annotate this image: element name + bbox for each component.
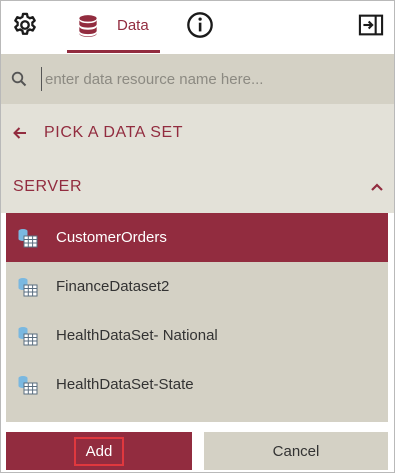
list-item-label: HealthDataSet-State <box>56 376 194 393</box>
gear-icon[interactable] <box>11 11 39 39</box>
panel-tab-bar: Data <box>1 1 394 53</box>
list-item-label: FinanceDataset2 <box>56 278 170 295</box>
list-item[interactable]: HealthDataSet-State <box>6 360 388 409</box>
dataset-table-icon <box>18 228 38 247</box>
list-item[interactable]: CustomerOrders <box>6 213 388 262</box>
list-item[interactable]: FinanceDataset2 <box>6 262 388 311</box>
page-title: PICK A DATA SET <box>44 123 184 141</box>
pick-data-set-header: PICK A DATA SET <box>1 104 394 161</box>
dataset-table-icon <box>18 326 38 345</box>
list-item-label: HealthDataSet- National <box>56 327 218 344</box>
dataset-table-icon <box>18 277 38 296</box>
list-item-label: CustomerOrders <box>56 229 167 246</box>
search-icon <box>11 71 27 87</box>
dataset-list: CustomerOrders FinanceDataset2 HealthDat… <box>6 213 388 422</box>
collapse-panel-icon[interactable] <box>357 11 385 39</box>
add-button-label: Add <box>73 436 125 466</box>
cancel-button[interactable]: Cancel <box>204 432 388 470</box>
dialog-footer: Add Cancel <box>1 422 394 472</box>
dataset-table-icon <box>18 375 38 394</box>
database-icon <box>79 14 97 37</box>
tab-data[interactable]: Data <box>67 1 160 53</box>
list-item[interactable]: HealthDataSet- National <box>6 311 388 360</box>
chevron-up-icon[interactable] <box>370 182 384 192</box>
tab-data-label: Data <box>117 17 149 34</box>
search-bar <box>1 54 394 104</box>
data-panel: Data PICK A DATA SET SERVER <box>0 0 395 473</box>
server-section-header[interactable]: SERVER <box>1 161 394 213</box>
add-button[interactable]: Add <box>6 432 192 470</box>
section-title: SERVER <box>13 178 83 195</box>
info-icon[interactable] <box>186 11 214 39</box>
arrow-left-icon[interactable] <box>13 126 27 140</box>
data-resource-search-input[interactable] <box>41 67 371 91</box>
